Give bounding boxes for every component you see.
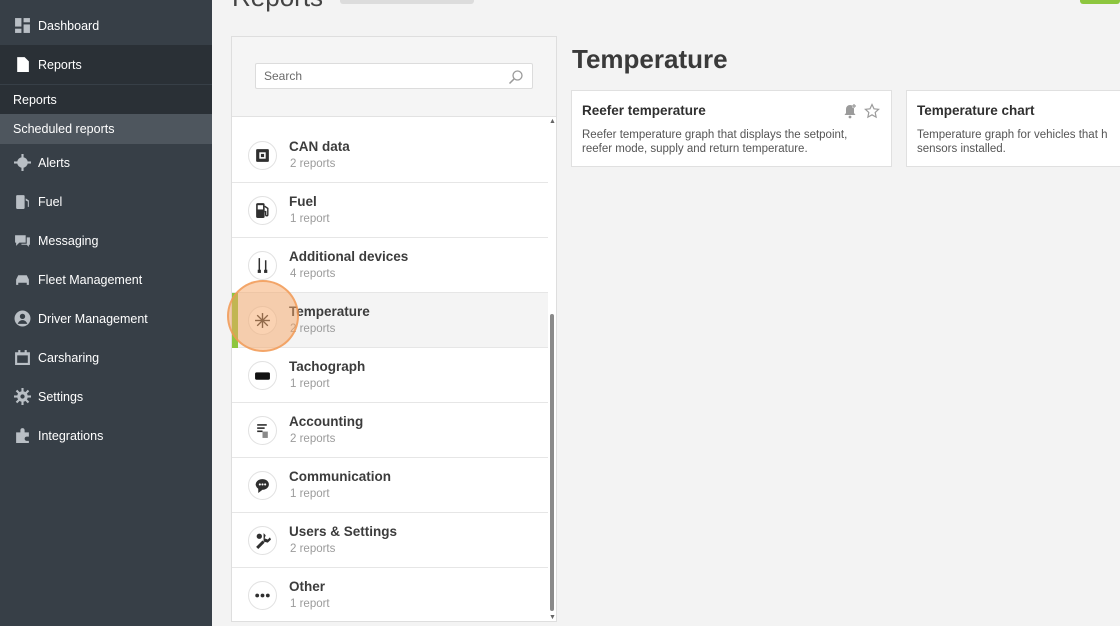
card-title: Temperature chart <box>917 103 1035 118</box>
category-name: Other <box>289 579 326 594</box>
card-description-line: reefer mode, supply and return temperatu… <box>582 143 808 155</box>
sidebar-item-messaging[interactable]: Messaging <box>0 221 212 260</box>
tachograph-icon <box>248 361 277 390</box>
card-description: Reefer temperature graph that displays t… <box>582 128 882 156</box>
category-count: 2 reports <box>290 433 336 445</box>
sidebar-item-alerts[interactable]: Alerts <box>0 143 212 182</box>
category-count: 4 reports <box>290 268 336 280</box>
category-item-can-data[interactable]: CAN data 2 reports <box>232 128 548 183</box>
chat-bubble-icon <box>248 471 277 500</box>
sidebar-item-fuel[interactable]: Fuel <box>0 182 212 221</box>
tools-icon <box>248 526 277 555</box>
card-description-line: Temperature graph for vehicles that h <box>917 129 1108 141</box>
sidebar-item-label: Fuel <box>38 194 63 209</box>
category-count: 2 reports <box>290 543 336 555</box>
sidebar-item-label: Messaging <box>38 233 99 248</box>
bell-plus-icon[interactable] <box>842 103 858 119</box>
category-count: 1 report <box>290 213 330 225</box>
category-name: CAN data <box>289 139 350 154</box>
card-description: Temperature graph for vehicles that h se… <box>917 128 1120 156</box>
primary-action-button[interactable] <box>1080 0 1120 4</box>
report-category-panel: CAN data 2 reports Fuel 1 report Additio… <box>231 36 557 622</box>
star-icon[interactable] <box>864 103 880 119</box>
sidebar-item-label: Reports <box>38 57 82 72</box>
card-description-line: Reefer temperature graph that displays t… <box>582 129 848 141</box>
scroll-thumb[interactable] <box>550 314 554 611</box>
sidebar-subitem-scheduled-reports[interactable]: Scheduled reports <box>0 114 212 144</box>
sidebar-item-driver-management[interactable]: Driver Management <box>0 299 212 338</box>
card-title: Reefer temperature <box>582 103 706 118</box>
category-name: Users & Settings <box>289 524 398 539</box>
category-name: Communication <box>289 469 392 484</box>
category-item-temperature[interactable]: Temperature 2 reports <box>232 293 548 348</box>
category-list[interactable]: CAN data 2 reports Fuel 1 report Additio… <box>232 118 548 621</box>
category-count: 2 reports <box>290 323 336 335</box>
report-icon <box>13 56 31 74</box>
sidebar-item-label: Integrations <box>38 428 104 443</box>
page-title: Reports <box>232 0 323 13</box>
category-count: 1 report <box>290 598 330 610</box>
sidebar-subitem-label: Scheduled reports <box>13 122 115 136</box>
report-card-temperature-chart[interactable]: Temperature chart Temperature graph for … <box>906 90 1120 167</box>
category-item-fuel[interactable]: Fuel 1 report <box>232 183 548 238</box>
sidebar-item-label: Alerts <box>38 155 70 170</box>
category-name: Temperature <box>289 304 370 319</box>
search-area <box>232 37 556 117</box>
category-name: Tachograph <box>289 359 366 374</box>
category-item-users-settings[interactable]: Users & Settings 2 reports <box>232 513 548 568</box>
category-item-other[interactable]: Other 1 report <box>232 568 548 621</box>
sidebar-item-settings[interactable]: Settings <box>0 377 212 416</box>
category-count: 2 reports <box>290 158 336 170</box>
category-item-communication[interactable]: Communication 1 report <box>232 458 548 513</box>
category-count: 1 report <box>290 378 330 390</box>
sidebar-item-label: Dashboard <box>38 18 100 33</box>
category-name: Additional devices <box>289 249 409 264</box>
user-icon <box>13 310 31 328</box>
cables-icon <box>248 251 277 280</box>
scroll-down-arrow-icon[interactable]: ▼ <box>549 614 556 621</box>
search-box <box>255 63 533 89</box>
dashboard-icon <box>13 17 31 35</box>
search-input[interactable] <box>256 64 496 88</box>
category-scrollbar[interactable]: ▲ ▼ <box>548 118 556 621</box>
sidebar-item-label: Driver Management <box>38 311 148 326</box>
sidebar: Dashboard Reports Reports Scheduled repo… <box>0 0 212 626</box>
more-icon <box>248 581 277 610</box>
sidebar-item-carsharing[interactable]: Carsharing <box>0 338 212 377</box>
gear-icon <box>13 388 31 406</box>
report-card-reefer-temperature[interactable]: Reefer temperature Reefer temperature gr… <box>571 90 892 167</box>
category-item-accounting[interactable]: Accounting 2 reports <box>232 403 548 458</box>
sidebar-item-dashboard[interactable]: Dashboard <box>0 6 212 45</box>
card-description-line: sensors installed. <box>917 143 1006 155</box>
fuel-pump-icon <box>248 196 277 225</box>
alert-gear-icon <box>13 154 31 172</box>
puzzle-icon <box>13 427 31 445</box>
section-title: Temperature <box>572 44 728 74</box>
sidebar-subitem-reports[interactable]: Reports <box>0 85 212 115</box>
car-icon <box>13 271 31 289</box>
document-icon <box>248 416 277 445</box>
active-indicator <box>232 293 238 348</box>
snowflake-icon <box>248 306 277 335</box>
sidebar-item-label: Settings <box>38 389 84 404</box>
calendar-icon <box>13 349 31 367</box>
sidebar-item-reports[interactable]: Reports <box>0 45 212 84</box>
sidebar-item-fleet-management[interactable]: Fleet Management <box>0 260 212 299</box>
sidebar-item-integrations[interactable]: Integrations <box>0 416 212 455</box>
category-name: Accounting <box>289 414 364 429</box>
fuel-pump-icon <box>13 193 31 211</box>
category-count: 1 report <box>290 488 330 500</box>
sidebar-item-label: Fleet Management <box>38 272 143 287</box>
chat-icon <box>13 232 31 250</box>
card-actions <box>842 103 880 119</box>
category-item-tachograph[interactable]: Tachograph 1 report <box>232 348 548 403</box>
category-name: Fuel <box>289 194 317 209</box>
category-item-additional-devices[interactable]: Additional devices 4 reports <box>232 238 548 293</box>
header-badge <box>340 0 474 4</box>
search-icon[interactable] <box>508 69 524 85</box>
sidebar-subitem-label: Reports <box>13 93 57 107</box>
sidebar-item-label: Carsharing <box>38 350 100 365</box>
scroll-up-arrow-icon[interactable]: ▲ <box>549 118 556 125</box>
chip-icon <box>248 141 277 170</box>
